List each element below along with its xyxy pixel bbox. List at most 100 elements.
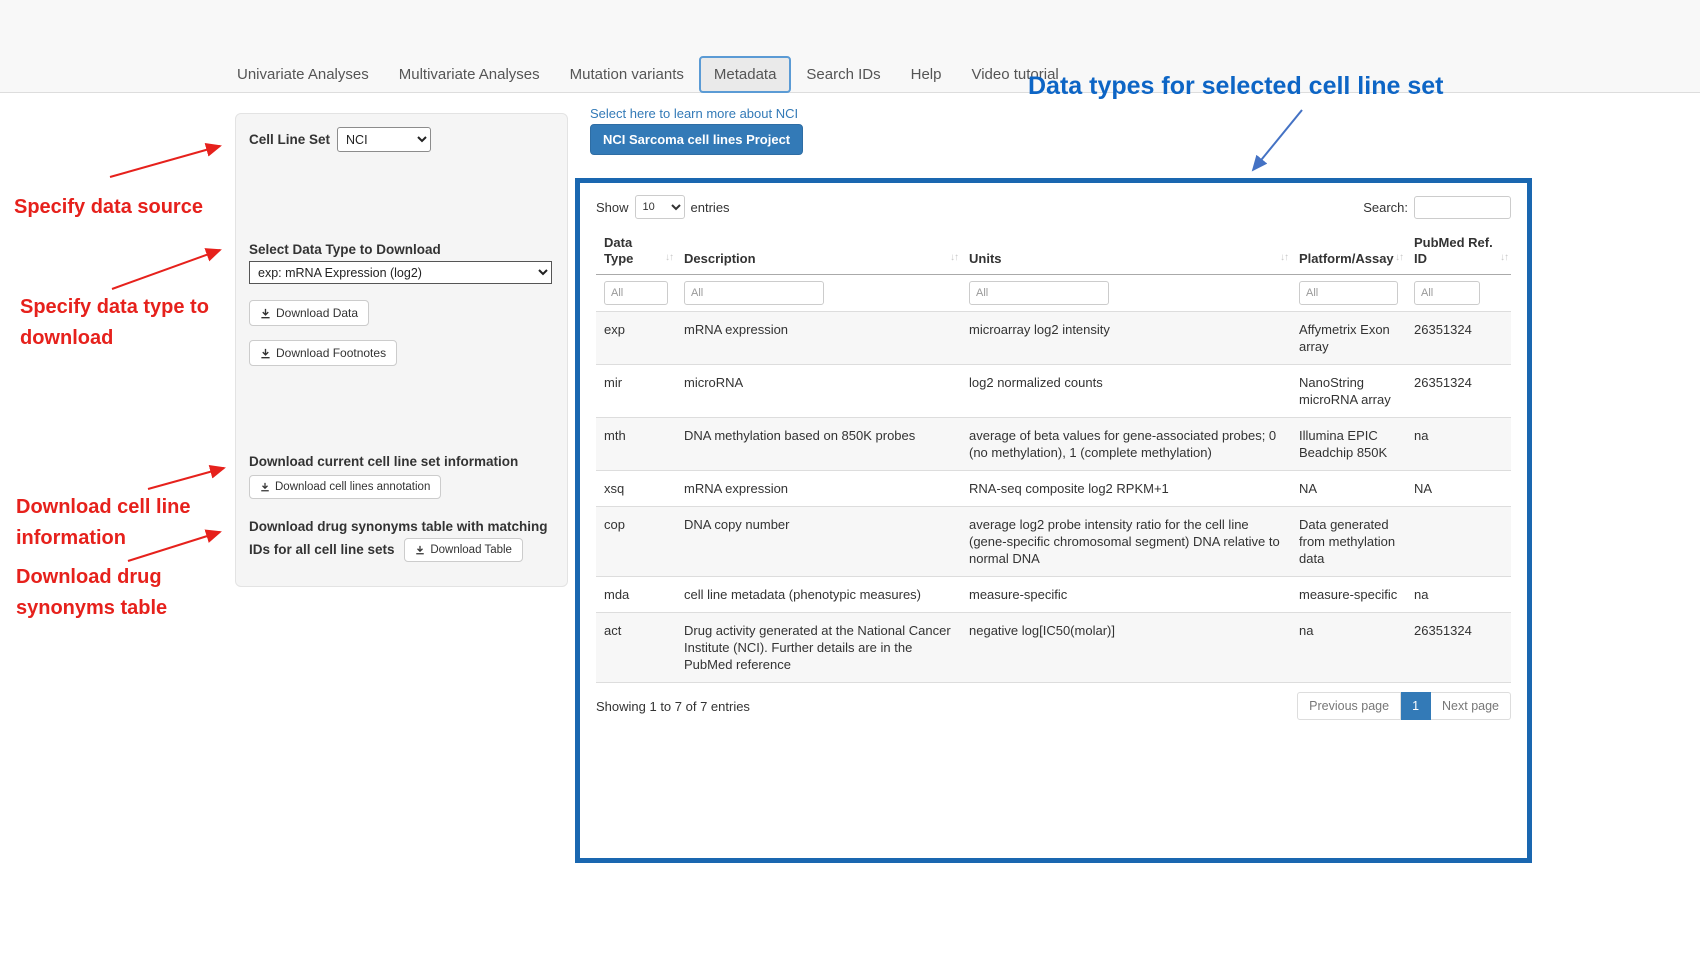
cell-units: measure-specific [961,577,1291,613]
tab-metadata[interactable]: Metadata [699,56,792,93]
cell-pubmed: 26351324 [1406,613,1511,683]
options-panel: Cell Line Set NCI Select Data Type to Do… [235,113,568,587]
sort-icon[interactable]: ↓↑ [950,250,958,266]
table-row-mir: mir microRNA log2 normalized counts Nano… [596,365,1511,418]
cell-data-type: mth [596,418,676,471]
cell-pubmed: NA [1406,471,1511,507]
cell-pubmed: 26351324 [1406,312,1511,365]
tab-mutation-variants[interactable]: Mutation variants [555,56,699,93]
page-1-button[interactable]: 1 [1401,692,1431,720]
download-footnotes-label: Download Footnotes [276,346,386,360]
tab-help[interactable]: Help [896,56,957,93]
show-label: Show [596,200,629,215]
annotation-download-drug-synonyms: Download drug synonyms table [16,562,201,624]
filter-description-input[interactable] [684,281,824,305]
cell-pubmed: 26351324 [1406,365,1511,418]
cell-line-set-select[interactable]: NCI [337,127,431,152]
table-row-exp: exp mRNA expression microarray log2 inte… [596,312,1511,365]
next-page-button[interactable]: Next page [1431,692,1511,720]
filter-data-type-input[interactable] [604,281,668,305]
sort-icon[interactable]: ↓↑ [665,250,673,266]
cell-units: average of beta values for gene-associat… [961,418,1291,471]
tab-univariate-analyses[interactable]: Univariate Analyses [222,56,384,93]
download-cell-lines-annotation-button[interactable]: Download cell lines annotation [249,475,441,499]
annotation-specify-data-source: Specify data source [14,192,234,223]
download-data-button[interactable]: Download Data [249,300,369,326]
cell-description: Drug activity generated at the National … [676,613,961,683]
cell-pubmed [1406,507,1511,577]
download-cell-lines-annotation-label: Download cell lines annotation [275,481,430,493]
cell-data-type: cop [596,507,676,577]
cell-units: microarray log2 intensity [961,312,1291,365]
search-input[interactable] [1414,196,1511,219]
annotation-download-cell-line-info: Download cell line information [16,492,216,554]
cell-description: DNA methylation based on 850K probes [676,418,961,471]
data-type-select[interactable]: exp: mRNA Expression (log2) [249,261,552,284]
drug-synonyms-heading: Download drug synonyms table with matchi… [249,515,561,562]
cell-units: average log2 probe intensity ratio for t… [961,507,1291,577]
data-type-label: Select Data Type to Download [249,242,441,257]
cell-platform: Data generated from methylation data [1291,507,1406,577]
nci-sarcoma-project-button[interactable]: NCI Sarcoma cell lines Project [590,124,803,155]
sort-icon[interactable]: ↓↑ [1280,250,1288,266]
pagination: Previous page 1 Next page [1297,692,1511,720]
cell-platform: Illumina EPIC Beadchip 850K [1291,418,1406,471]
table-summary: Showing 1 to 7 of 7 entries [596,699,750,714]
cell-line-set-label: Cell Line Set [249,132,330,147]
sort-icon[interactable]: ↓↑ [1395,250,1403,266]
table-row-cop: cop DNA copy number average log2 probe i… [596,507,1511,577]
download-footnotes-button[interactable]: Download Footnotes [249,340,397,366]
download-icon [260,308,271,319]
main-nav: Univariate Analyses Multivariate Analyse… [222,56,1074,93]
page-length-select[interactable]: 10 [635,195,685,219]
filter-units-input[interactable] [969,281,1109,305]
tab-search-ids[interactable]: Search IDs [791,56,895,93]
annotation-data-types-title: Data types for selected cell line set [1028,72,1468,101]
red-arrow-icon [112,250,220,289]
column-header-platform[interactable]: Platform/Assay↓↑ [1291,229,1406,275]
cell-data-type: exp [596,312,676,365]
cell-description: mRNA expression [676,312,961,365]
filter-platform-input[interactable] [1299,281,1398,305]
table-row-mda: mda cell line metadata (phenotypic measu… [596,577,1511,613]
filter-pubmed-input[interactable] [1414,281,1480,305]
data-types-table-frame: Show 10 entries Search: Data Type↓↑ Desc… [575,178,1532,863]
column-header-description[interactable]: Description↓↑ [676,229,961,275]
cell-platform: measure-specific [1291,577,1406,613]
page: Univariate Analyses Multivariate Analyse… [0,0,1700,956]
download-icon [260,482,270,492]
column-header-pubmed[interactable]: PubMed Ref. ID↓↑ [1406,229,1511,275]
cell-description: microRNA [676,365,961,418]
cell-units: RNA-seq composite log2 RPKM+1 [961,471,1291,507]
download-table-label: Download Table [430,544,512,556]
column-header-data-type[interactable]: Data Type↓↑ [596,229,676,275]
cell-platform: NanoString microRNA array [1291,365,1406,418]
cell-description: DNA copy number [676,507,961,577]
cell-units: negative log[IC50(molar)] [961,613,1291,683]
cell-data-type: act [596,613,676,683]
cell-platform: NA [1291,471,1406,507]
cell-description: cell line metadata (phenotypic measures) [676,577,961,613]
previous-page-button[interactable]: Previous page [1297,692,1401,720]
table-row-xsq: xsq mRNA expression RNA-seq composite lo… [596,471,1511,507]
cell-description: mRNA expression [676,471,961,507]
table-row-mth: mth DNA methylation based on 850K probes… [596,418,1511,471]
header-row: Data Type↓↑ Description↓↑ Units↓↑ Platfo… [596,229,1511,275]
sort-icon[interactable]: ↓↑ [1500,250,1508,266]
cell-platform: na [1291,613,1406,683]
cell-pubmed: na [1406,418,1511,471]
annotation-specify-data-type: Specify data type to download [20,292,248,354]
cell-line-info-heading: Download current cell line set informati… [249,454,559,469]
download-icon [260,348,271,359]
filter-row [596,275,1511,312]
cell-platform: Affymetrix Exon array [1291,312,1406,365]
blue-arrow-icon [1253,110,1302,170]
learn-more-link[interactable]: Select here to learn more about NCI [590,106,798,121]
cell-units: log2 normalized counts [961,365,1291,418]
download-table-button[interactable]: Download Table [404,538,523,562]
tab-multivariate-analyses[interactable]: Multivariate Analyses [384,56,555,93]
cell-data-type: mda [596,577,676,613]
column-header-units[interactable]: Units↓↑ [961,229,1291,275]
entries-label: entries [691,200,730,215]
download-icon [415,545,425,555]
